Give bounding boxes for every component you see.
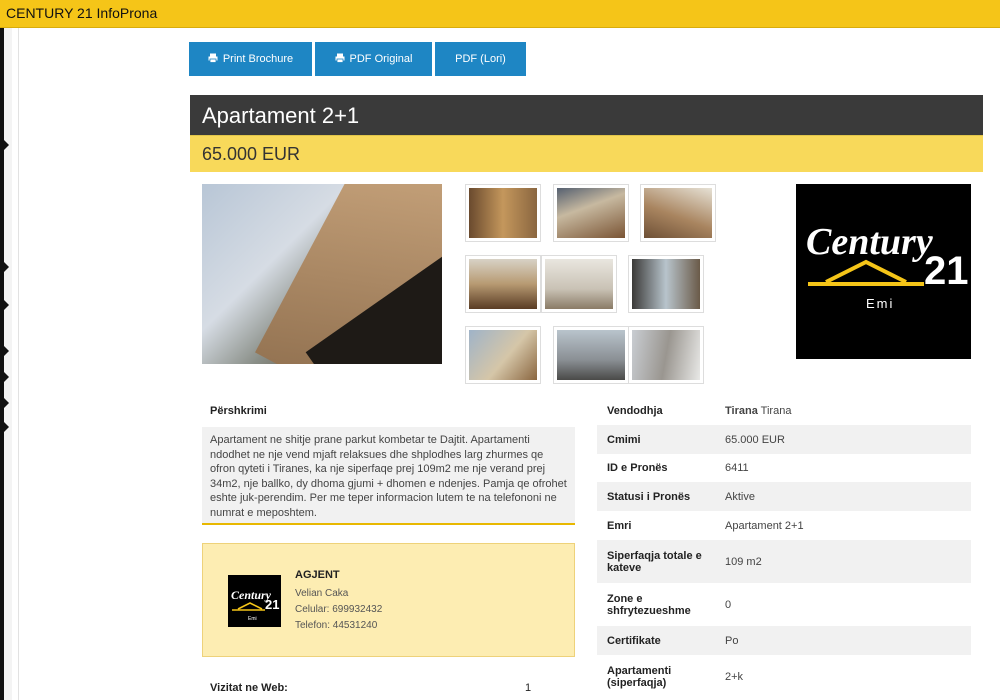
photo-thumbnail[interactable] [640,184,716,242]
detail-value: 6411 [725,462,749,474]
photo-thumbnail[interactable] [465,255,541,313]
detail-label: ID e Pronës [607,462,668,474]
detail-row: Certifikate Po [597,626,971,655]
collapse-notch-icon[interactable] [4,346,9,356]
svg-text:21: 21 [265,597,279,612]
listing-price-bar: 65.000 EUR [190,135,983,172]
pdf-original-button[interactable]: PDF Original [315,42,432,76]
agent-card: Century 21 Emi AGJENT Velian Caka Celula… [202,543,575,657]
detail-label: Certifikate [607,634,661,647]
collapse-notch-icon[interactable] [4,398,9,408]
detail-label: Emri [607,519,632,532]
photo-thumbnail[interactable] [628,326,704,384]
detail-row: Zone e shfrytezueshme 0 [597,583,971,626]
collapse-notch-icon[interactable] [4,140,9,150]
svg-text:Century: Century [806,221,933,263]
agent-logo: Century 21 Emi [228,575,281,627]
century21-logo: Century 21 Emi [796,184,971,359]
listing-title-bar: Apartament 2+1 [190,95,983,135]
agent-name: Velian Caka [295,588,349,599]
detail-value: 0 [725,598,732,611]
detail-value: Tirana Tirana [725,405,792,417]
detail-row: Emri Apartament 2+1 [597,511,971,540]
detail-label: Vendodhja [607,405,663,417]
photo-thumbnail[interactable] [465,184,541,242]
photo-thumbnail[interactable] [553,184,629,242]
detail-value: 109 m2 [725,555,762,568]
photo-thumbnail[interactable] [553,326,629,384]
detail-row: Statusi i Pronës Aktive [597,482,971,511]
main-property-photo[interactable] [202,184,442,364]
detail-value: 2+k [725,670,744,683]
office-label: Emi [866,296,894,311]
print-brochure-label: Print Brochure [222,53,294,65]
agent-mobile: Celular: 699932432 [295,604,383,615]
photo-thumbnail[interactable] [628,255,704,313]
detail-value: Apartament 2+1 [725,519,804,532]
collapse-notch-icon[interactable] [4,300,9,310]
svg-text:21: 21 [924,249,969,293]
collapse-notch-icon[interactable] [4,372,9,382]
detail-label: Apartamenti (siperfaqja) [607,664,672,689]
description-text: Apartament ne shitje prane parkut kombet… [202,427,575,525]
web-visits-value: 1 [525,682,532,694]
pdf-original-label: PDF Original [349,53,413,65]
left-edge-handle[interactable] [0,28,4,700]
detail-row: ID e Pronës 6411 [597,454,971,482]
detail-label: Cmimi [607,433,641,446]
listing-title: Apartament 2+1 [202,103,360,128]
svg-text:Emi: Emi [248,616,257,622]
detail-label: Zone e shfrytezueshme [607,592,691,617]
photo-thumbnail[interactable] [465,326,541,384]
detail-row: Siperfaqja totale e kateve 109 m2 [597,540,971,583]
detail-value: Aktive [725,490,755,503]
listing-price: 65.000 EUR [202,144,301,164]
detail-row: Apartamenti (siperfaqja) 2+k [597,655,971,698]
detail-row: Cmimi 65.000 EUR [597,425,971,454]
detail-value: Po [725,634,739,647]
printer-icon [335,53,345,66]
collapse-notch-icon[interactable] [4,422,9,432]
detail-value: 65.000 EUR [725,433,785,446]
app-title: CENTURY 21 InfoProna [6,5,158,21]
detail-label: Siperfaqja totale e kateve [607,549,702,574]
property-details-table: Vendodhja Tirana Tirana Cmimi 65.000 EUR… [597,397,971,698]
agent-phone: Telefon: 44531240 [295,620,378,631]
collapse-notch-icon[interactable] [4,262,9,272]
pdf-lori-label: PDF (Lori) [455,53,506,65]
agent-heading: AGJENT [295,569,340,581]
detail-row: Vendodhja Tirana Tirana [597,397,971,425]
printer-icon [208,53,218,66]
description-heading: Përshkrimi [210,405,267,417]
detail-label: Statusi i Pronës [607,490,691,503]
pdf-lori-button[interactable]: PDF (Lori) [435,42,526,76]
print-brochure-button[interactable]: Print Brochure [189,42,312,76]
app-header: CENTURY 21 InfoProna [0,0,1000,28]
web-visits-label: Vizitat ne Web: [210,682,288,694]
photo-thumbnail[interactable] [541,255,617,313]
